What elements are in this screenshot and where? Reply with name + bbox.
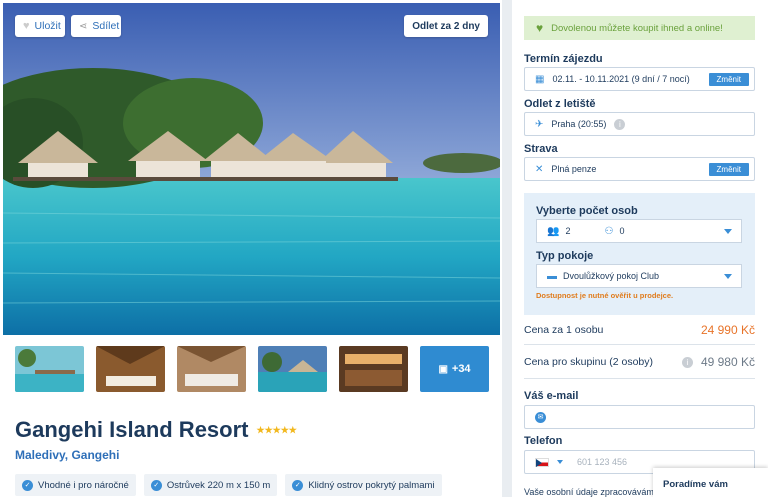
hotel-tags: ✓ Vhodné i pro náročné ✓ Ostrůvek 220 m … xyxy=(15,474,442,496)
price-per-person: 24 990 Kč xyxy=(700,323,755,337)
hotel-tag: ✓ Klidný ostrov pokrytý palmami xyxy=(285,474,442,496)
term-label: Termín zájezdu xyxy=(524,53,603,65)
gallery-thumb[interactable] xyxy=(15,346,84,392)
children-icon: ⚇ xyxy=(604,225,614,237)
czech-flag-icon[interactable] xyxy=(535,457,549,467)
divider xyxy=(524,378,755,379)
chevron-down-icon xyxy=(724,274,732,279)
hero-image[interactable]: ♥ Uložit ⋖ Sdílet Odlet za 2 dny xyxy=(3,3,500,335)
board-value: Plná penze xyxy=(551,164,597,174)
departure-badge: Odlet za 2 dny xyxy=(404,15,488,37)
price-group: 49 980 Kč xyxy=(700,355,755,369)
hotel-tag: ✓ Ostrůvek 220 m x 150 m xyxy=(143,474,278,496)
room-select[interactable]: ▬ Dvoulůžkový pokoj Club xyxy=(536,264,742,288)
calendar-icon: ▦ xyxy=(535,73,545,85)
gallery-thumb[interactable] xyxy=(339,346,408,392)
left-column: ♥ Uložit ⋖ Sdílet Odlet za 2 dny ▣ +34 G… xyxy=(0,0,502,497)
thumb-photo xyxy=(177,346,246,392)
board-field[interactable]: ✕ Plná penze Změnit xyxy=(524,157,755,181)
hotel-tag: ✓ Vhodné i pro náročné xyxy=(15,474,136,496)
plane-icon: ✈ xyxy=(535,118,544,130)
advise-chat-button[interactable]: Poradíme vám xyxy=(653,468,768,497)
save-label: Uložit xyxy=(34,20,61,32)
info-icon[interactable]: i xyxy=(614,118,626,130)
phone-placeholder: 601 123 456 xyxy=(577,457,628,467)
save-button[interactable]: ♥ Uložit xyxy=(15,15,65,37)
hotel-location[interactable]: Maledivy, Gangehi xyxy=(15,448,119,462)
check-icon: ✓ xyxy=(22,479,33,491)
room-label: Typ pokoje xyxy=(536,250,594,262)
check-icon: ✓ xyxy=(150,479,162,491)
change-term-button[interactable]: Změnit xyxy=(708,73,749,86)
mail-icon: ✉ xyxy=(535,411,546,423)
booking-panel: ♥ Dovolenou můžete koupit ihned a online… xyxy=(512,0,768,497)
departure-label: Odlet z letiště xyxy=(524,98,596,110)
check-icon: ✓ xyxy=(292,479,304,491)
divider xyxy=(524,344,755,345)
hotel-tag-label: Klidný ostrov pokrytý palmami xyxy=(308,479,435,491)
email-field[interactable]: ✉ xyxy=(524,405,755,429)
persons-label: Vyberte počet osob xyxy=(536,205,638,217)
thumb-photo xyxy=(258,346,327,392)
availability-note: Dostupnost je nutné ověřit u prodejce. xyxy=(536,291,674,300)
share-button[interactable]: ⋖ Sdílet xyxy=(71,15,121,37)
term-value: 02.11. - 10.11.2021 (9 dní / 7 nocí) xyxy=(552,74,690,84)
info-icon[interactable]: i xyxy=(681,356,693,368)
departure-field[interactable]: ✈ Praha (20:55) i xyxy=(524,112,755,136)
room-value: Dvoulůžkový pokoj Club xyxy=(563,271,660,281)
hotel-title: Gangehi Island Resort ★★★★★ xyxy=(15,417,297,443)
thumb-photo xyxy=(15,346,84,392)
departure-value: Praha (20:55) xyxy=(551,119,607,129)
thumb-photo xyxy=(339,346,408,392)
gallery-thumb[interactable] xyxy=(177,346,246,392)
price-group-row: Cena pro skupinu (2 osoby) i 49 980 Kč xyxy=(524,355,755,369)
board-label: Strava xyxy=(524,143,558,155)
heart-icon: ♥ xyxy=(23,20,30,32)
price-group-label: Cena pro skupinu (2 osoby) xyxy=(524,356,653,368)
hotel-name: Gangehi Island Resort xyxy=(15,417,249,442)
privacy-note: Vaše osobní údaje zpracováváme xyxy=(524,487,659,497)
gallery-thumb[interactable] xyxy=(96,346,165,392)
cutlery-icon: ✕ xyxy=(535,163,544,175)
hotel-tag-label: Ostrůvek 220 m x 150 m xyxy=(166,479,271,491)
image-icon: ▣ xyxy=(438,363,448,375)
bed-icon: ▬ xyxy=(547,270,557,282)
chevron-down-icon[interactable] xyxy=(557,460,563,464)
adults-count: 2 xyxy=(565,226,571,236)
chevron-down-icon xyxy=(724,229,732,234)
online-purchase-banner: ♥ Dovolenou můžete koupit ihned a online… xyxy=(524,16,755,40)
price-per-person-row: Cena za 1 osobu 24 990 Kč xyxy=(524,323,755,337)
banner-text: Dovolenou můžete koupit ihned a online! xyxy=(551,22,723,34)
thumb-photo xyxy=(96,346,165,392)
heart-icon: ♥ xyxy=(536,21,544,35)
hotel-stars: ★★★★★ xyxy=(256,424,297,435)
share-icon: ⋖ xyxy=(79,20,88,32)
persons-panel: Vyberte počet osob 👥 2 ⚇ 0 Typ pokoje ▬ … xyxy=(524,193,755,315)
share-label: Sdílet xyxy=(92,20,120,32)
email-label: Váš e-mail xyxy=(524,390,579,402)
change-board-button[interactable]: Změnit xyxy=(708,163,749,176)
term-field[interactable]: ▦ 02.11. - 10.11.2021 (9 dní / 7 nocí) Z… xyxy=(524,67,755,91)
phone-label: Telefon xyxy=(524,435,563,447)
gallery-more-button[interactable]: ▣ +34 xyxy=(420,346,489,392)
hero-photo xyxy=(3,3,500,335)
children-count: 0 xyxy=(619,226,625,236)
gallery-thumbnails: ▣ +34 xyxy=(15,346,489,392)
price-group-wrap: i 49 980 Kč xyxy=(681,355,755,369)
gallery-thumb[interactable] xyxy=(258,346,327,392)
adults-icon: 👥 xyxy=(547,225,560,237)
hotel-tag-label: Vhodné i pro náročné xyxy=(38,479,129,491)
gallery-more-label: +34 xyxy=(451,363,471,375)
price-per-person-label: Cena za 1 osobu xyxy=(524,324,604,336)
persons-select[interactable]: 👥 2 ⚇ 0 xyxy=(536,219,742,243)
